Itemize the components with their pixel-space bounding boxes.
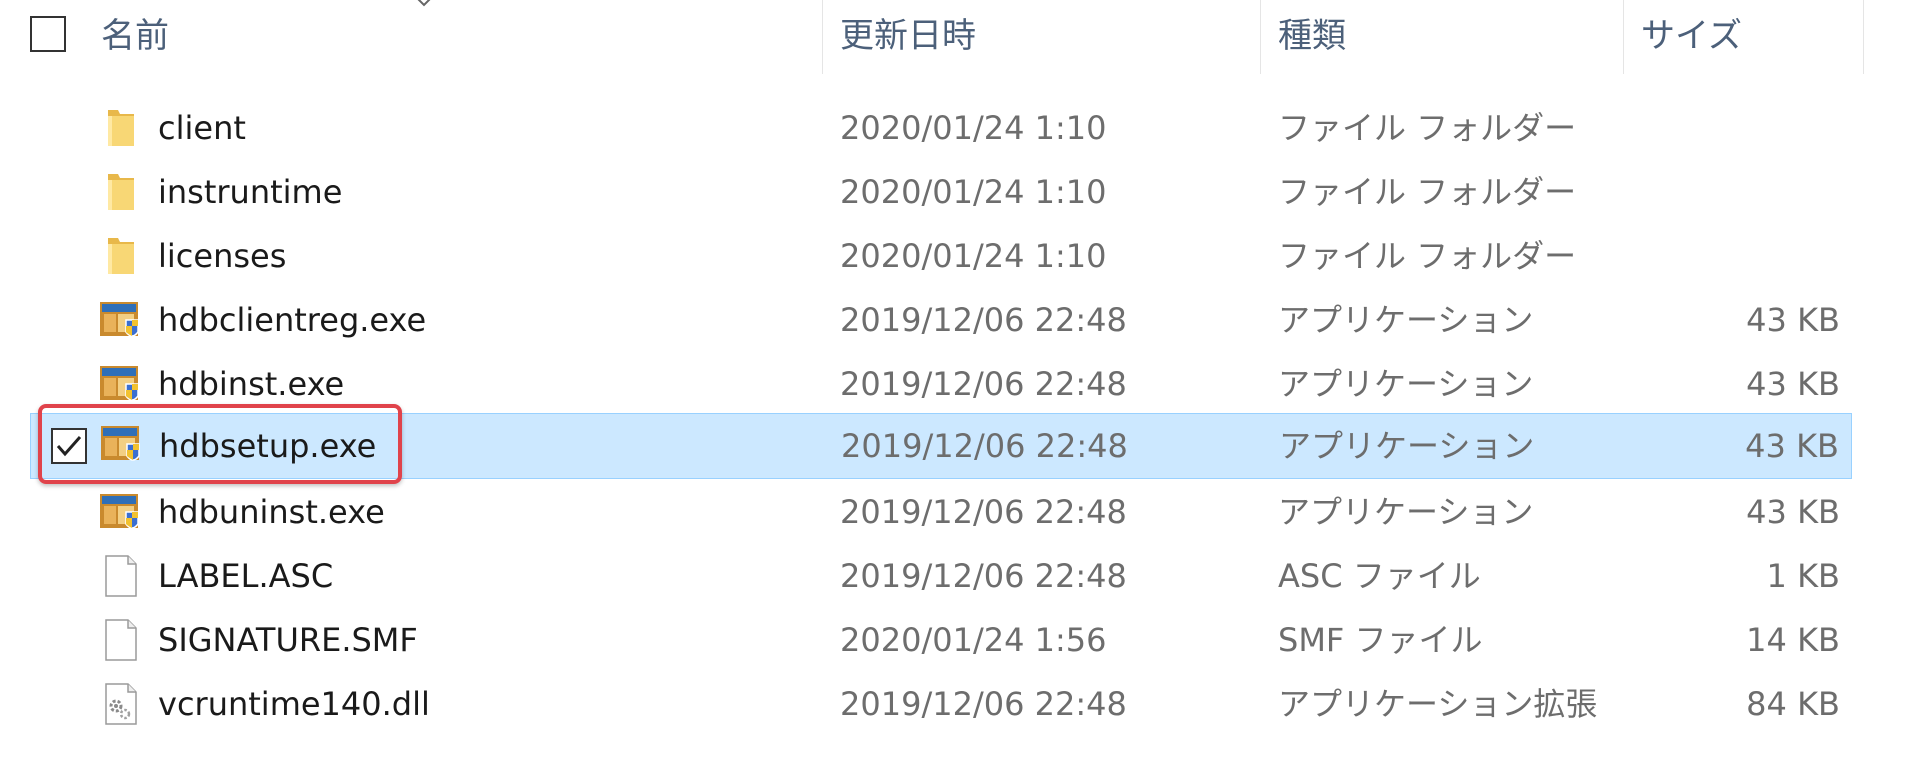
highlight-annotation-frame <box>38 404 402 484</box>
select-all-checkbox[interactable] <box>30 16 66 52</box>
file-row[interactable]: licenses 2020/01/24 1:10 ファイル フォルダー <box>30 224 1852 288</box>
file-type: ファイル フォルダー <box>1278 173 1577 211</box>
dll-gear-icon <box>105 683 137 725</box>
column-separator[interactable] <box>1623 0 1624 74</box>
file-row[interactable]: client 2020/01/24 1:10 ファイル フォルダー <box>30 96 1852 160</box>
file-row[interactable]: hdbclientreg.exe 2019/12/06 22:48 アプリケーシ… <box>30 288 1852 352</box>
file-row[interactable]: instruntime 2020/01/24 1:10 ファイル フォルダー <box>30 160 1852 224</box>
file-type: アプリケーション拡張 <box>1278 685 1598 723</box>
file-type: アプリケーション <box>1278 365 1534 403</box>
file-size: 1 KB <box>1766 557 1840 595</box>
sort-ascending-icon <box>417 0 431 7</box>
file-size: 43 KB <box>1746 493 1840 531</box>
installer-exe-icon <box>100 494 139 529</box>
column-separator[interactable] <box>1863 0 1864 74</box>
file-name[interactable]: hdbclientreg.exe <box>158 288 426 352</box>
column-separator[interactable] <box>1260 0 1261 74</box>
file-size: 43 KB <box>1746 365 1840 403</box>
file-name[interactable]: vcruntime140.dll <box>158 672 430 736</box>
file-date: 2019/12/06 22:48 <box>841 427 1128 465</box>
file-type: SMF ファイル <box>1278 621 1483 659</box>
blank-file-icon <box>105 619 137 661</box>
file-name[interactable]: LABEL.ASC <box>158 544 333 608</box>
column-header-name[interactable]: 名前 <box>101 14 169 58</box>
file-row[interactable]: LABEL.ASC 2019/12/06 22:48 ASC ファイル 1 KB <box>30 544 1852 608</box>
file-type: ASC ファイル <box>1278 557 1481 595</box>
file-size: 14 KB <box>1746 621 1840 659</box>
column-header-size[interactable]: サイズ <box>1641 14 1742 58</box>
file-date: 2019/12/06 22:48 <box>840 557 1127 595</box>
file-type: アプリケーション <box>1278 493 1534 531</box>
file-date: 2020/01/24 1:10 <box>840 173 1107 211</box>
file-date: 2019/12/06 22:48 <box>840 301 1127 339</box>
file-name[interactable]: licenses <box>158 224 286 288</box>
file-name[interactable]: hdbuninst.exe <box>158 480 385 544</box>
file-size: 84 KB <box>1746 685 1840 723</box>
file-name[interactable]: client <box>158 96 246 160</box>
folder-icon <box>108 110 134 146</box>
file-name[interactable]: instruntime <box>158 160 342 224</box>
file-date: 2019/12/06 22:48 <box>840 685 1127 723</box>
file-size: 43 KB <box>1746 301 1840 339</box>
file-row[interactable]: SIGNATURE.SMF 2020/01/24 1:56 SMF ファイル 1… <box>30 608 1852 672</box>
file-row[interactable]: vcruntime140.dll 2019/12/06 22:48 アプリケーシ… <box>30 672 1852 736</box>
file-type: ファイル フォルダー <box>1278 237 1577 275</box>
installer-exe-icon <box>100 302 139 337</box>
file-type: ファイル フォルダー <box>1278 109 1577 147</box>
file-date: 2019/12/06 22:48 <box>840 365 1127 403</box>
file-size: 43 KB <box>1745 427 1839 465</box>
column-header-bar: 名前 更新日時 種類 サイズ <box>0 0 1915 74</box>
file-row[interactable]: hdbuninst.exe 2019/12/06 22:48 アプリケーション … <box>30 480 1852 544</box>
file-date: 2019/12/06 22:48 <box>840 493 1127 531</box>
file-date: 2020/01/24 1:10 <box>840 237 1107 275</box>
file-name[interactable]: SIGNATURE.SMF <box>158 608 418 672</box>
column-separator[interactable] <box>822 0 823 74</box>
folder-icon <box>108 174 134 210</box>
installer-exe-icon <box>100 366 139 401</box>
folder-icon <box>108 238 134 274</box>
file-date: 2020/01/24 1:56 <box>840 621 1107 659</box>
column-header-type[interactable]: 種類 <box>1278 14 1346 58</box>
file-type: アプリケーション <box>1278 301 1534 339</box>
file-type: アプリケーション <box>1279 427 1535 465</box>
column-header-date[interactable]: 更新日時 <box>840 14 976 58</box>
file-date: 2020/01/24 1:10 <box>840 109 1107 147</box>
blank-file-icon <box>105 555 137 597</box>
